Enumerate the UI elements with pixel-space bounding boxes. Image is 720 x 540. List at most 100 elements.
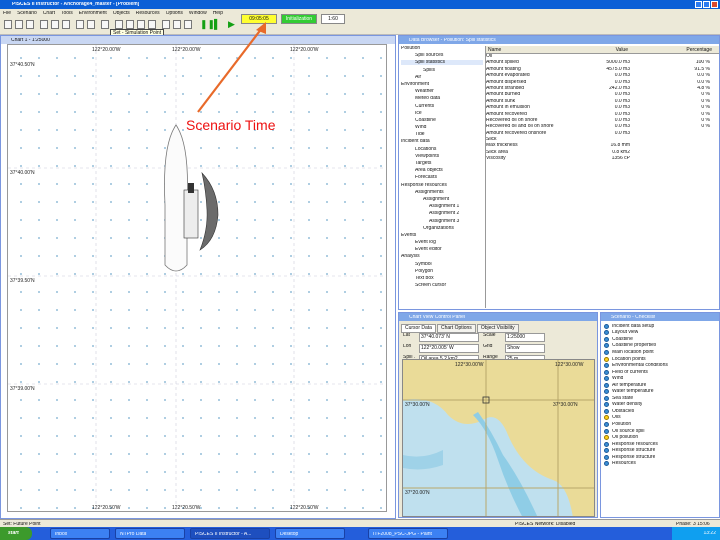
checklist-item[interactable]: Environmental conditions [604,362,668,369]
tree-item[interactable]: Organizations [401,226,483,231]
pause-icon[interactable]: ❚❚ [200,20,215,29]
check-icon [604,389,609,395]
taskbar-item[interactable]: NTPro Data [115,528,185,539]
tree-item[interactable]: Event log [401,240,483,245]
field-value[interactable]: 122°20.005' W [419,344,479,353]
tree-item[interactable]: Spills [401,68,483,73]
menu-chart[interactable]: Chart [43,11,55,16]
tree-item[interactable]: Currents [401,104,483,109]
tree-item[interactable]: Assignment [401,197,483,202]
column-header[interactable]: Percentage [630,46,714,53]
tree-item[interactable]: Forecasts [401,175,483,180]
chart-view-control-panel: Chart View Control Panel Cursor Data Cha… [398,312,598,518]
chart-canvas[interactable]: 122°20.00'W 122°20.00'W 122°20.00'W 122°… [7,44,387,512]
tree-item[interactable]: Locations [401,147,483,152]
boom-icon[interactable] [137,20,145,29]
tree-item[interactable]: Analysis [401,254,483,259]
control-panel-titlebar: Chart View Control Panel [399,313,597,321]
chart-title: Chart 1 - 1:25000 [11,38,50,43]
tree-item[interactable]: Spill sources [401,53,483,58]
track-icon[interactable] [162,20,170,29]
layer-icon[interactable] [101,20,109,29]
tree-item[interactable]: Targets [401,161,483,166]
tree-item[interactable]: Polygon [401,269,483,274]
close-button[interactable] [711,1,718,8]
menu-help[interactable]: Help [213,11,223,16]
zoom-in-icon[interactable] [40,20,48,29]
tree-item[interactable]: Viewpoints [401,154,483,159]
target-icon[interactable] [173,20,181,29]
tree-item[interactable]: Assignments [401,190,483,195]
maximize-button[interactable] [703,1,710,8]
tree-item[interactable]: Response resources [401,183,483,188]
tree-item[interactable]: Ice [401,111,483,116]
tree-item[interactable]: Meteo data [401,96,483,101]
column-header[interactable]: Name [486,46,586,53]
measure-icon[interactable] [87,20,95,29]
tree-item[interactable]: Assignment 3 [401,219,483,224]
save-icon[interactable] [26,20,34,29]
checklist-item[interactable]: Resources [604,460,668,467]
field-value[interactable]: Show [505,344,545,353]
grid-icon[interactable] [148,20,156,29]
tree-item[interactable]: Coastline [401,118,483,123]
tree-item[interactable]: Symbol [401,262,483,267]
open-icon[interactable] [15,20,23,29]
field-value[interactable]: 37°40.073' N [419,333,479,342]
taskbar-item[interactable]: Inbox [50,528,110,539]
start-button[interactable]: start [0,527,32,540]
pan-icon[interactable] [62,20,70,29]
check-icon [604,349,609,355]
tab-object-visibility[interactable]: Object Visibility [476,324,519,333]
check-icon [604,408,609,414]
tab-cursor-data[interactable]: Cursor Data [401,324,436,333]
print-icon[interactable] [115,20,123,29]
table-row[interactable]: Viscosity 1356 cP [486,156,719,162]
menu-environment[interactable]: Environment [79,11,107,16]
new-icon[interactable] [4,20,12,29]
overview-map[interactable]: 122°30.00'W 122°30.00'W 37°30.00'N 37°30… [402,359,595,517]
tree-item[interactable]: Text box [401,276,483,281]
column-header[interactable]: Value [586,46,630,53]
checklist-titlebar: Scenario - Checklist [601,313,719,321]
menu-file[interactable]: File [3,11,11,16]
tree-item[interactable]: Area objects [401,168,483,173]
tree-item[interactable]: Wind [401,125,483,130]
tree-item[interactable]: Pollution [401,46,483,51]
taskbar-item[interactable]: ITF2008_PSC-JPG - Paint [368,528,448,539]
menu-resources[interactable]: Resources [136,11,160,16]
menu-options[interactable]: Options [166,11,183,16]
ship-icon[interactable] [126,20,134,29]
tab-chart-options[interactable]: Chart Options [436,324,476,333]
menu-tools[interactable]: Tools [61,11,73,16]
tree-item[interactable]: Events [401,233,483,238]
simulation-speed-display[interactable]: 1:60 [321,14,345,24]
report-icon[interactable] [184,20,192,29]
tree-item[interactable]: Event editor [401,247,483,252]
tree-item[interactable]: Tide [401,132,483,137]
tree-item-selected[interactable]: Spill statistics [401,60,483,66]
menu-objects[interactable]: Objects [113,11,130,16]
taskbar: start Inbox NTPro Data PISCES II Instruc… [0,527,720,540]
tree-item[interactable]: Assignment 1 [401,204,483,209]
tree-item[interactable]: Assignment 2 [401,211,483,216]
tree-item[interactable]: Screen cursor [401,283,483,288]
minimize-button[interactable] [695,1,702,8]
tree-item[interactable]: Environment [401,82,483,87]
play-icon[interactable]: ▶ [228,20,235,29]
tree-item[interactable]: Incident data [401,139,483,144]
step-icon[interactable]: ▌ [214,20,220,29]
tree-item[interactable]: Air [401,75,483,80]
select-icon[interactable] [76,20,84,29]
data-browser-tree: Pollution Spill sources Spill statistics… [401,46,483,308]
overview-map-graphics [403,360,594,516]
field-value[interactable]: 1:25000 [505,333,545,342]
menu-window[interactable]: Window [189,11,207,16]
taskbar-item-active[interactable]: PISCES II Instructor - A... [190,528,270,539]
zoom-out-icon[interactable] [51,20,59,29]
tree-item[interactable]: Weather [401,89,483,94]
window-titlebar: PISCES II Instructor - Anchorage4_master… [0,0,720,9]
taskbar-item[interactable]: Desktop [275,528,345,539]
check-icon [604,421,609,427]
menu-scenario[interactable]: Scenario [17,11,37,16]
